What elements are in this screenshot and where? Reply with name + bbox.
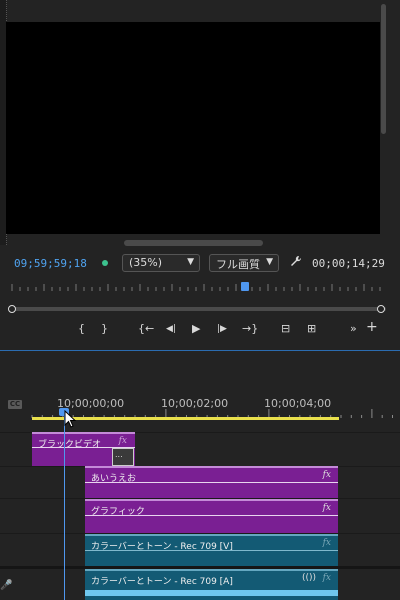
clip-bar (85, 515, 338, 516)
play-button[interactable]: ▶ (192, 322, 200, 335)
mark-in-button[interactable]: { (78, 322, 85, 335)
clip-black-video[interactable]: ブラックビデオ fx ... (32, 432, 135, 466)
work-area-bar[interactable] (32, 417, 339, 420)
clip-aiueo[interactable]: あいうえお fx (85, 466, 338, 498)
duration-timecode: 00;00;14;29 (312, 257, 385, 270)
clip-graphic[interactable]: グラフィック fx (85, 499, 338, 533)
clip-color-bars-video[interactable]: カラーバーとトーン - Rec 709 [V] fx (85, 534, 338, 566)
clip-thumbnail: ... (112, 448, 134, 466)
settings-wrench-icon[interactable] (290, 255, 302, 270)
monitor-playhead[interactable] (241, 282, 250, 291)
clip-bar (85, 482, 338, 483)
zoom-handle-left[interactable] (8, 305, 16, 313)
microphone-icon[interactable]: 🎤 (0, 580, 12, 591)
timeline-playhead-line[interactable] (64, 410, 65, 600)
fx-badge: fx (322, 470, 331, 480)
step-back-button[interactable]: ◀| (166, 324, 176, 334)
zoom-level-select[interactable]: (35%) ▼ (122, 254, 200, 272)
quality-value: フル画質 (216, 258, 260, 271)
vertical-scrollbar[interactable] (381, 4, 386, 134)
zoom-handle-right[interactable] (377, 305, 385, 313)
clip-color-bars-audio[interactable]: カラーバーとトーン - Rec 709 [A] (()) fx (85, 569, 338, 600)
step-forward-button[interactable]: |▶ (217, 324, 227, 334)
clip-bar (85, 550, 338, 551)
go-to-out-button[interactable]: →} (242, 322, 258, 335)
fx-badge: fx (322, 538, 331, 548)
mark-out-button[interactable]: } (101, 322, 108, 335)
fx-badge: fx (118, 436, 127, 446)
fx-badge: fx (322, 573, 331, 583)
zoom-track (11, 307, 386, 311)
playback-quality-select[interactable]: フル画質 ▼ (209, 254, 279, 272)
audio-waveform (85, 590, 338, 596)
mouse-cursor-icon (64, 409, 77, 432)
clip-label: カラーバーとトーン - Rec 709 [A] (91, 577, 233, 587)
chevron-down-icon: ▼ (266, 257, 273, 267)
panel-divider[interactable] (0, 350, 400, 351)
captions-button[interactable]: CC (8, 400, 22, 409)
status-dot-icon (102, 260, 108, 266)
add-button[interactable]: + (366, 319, 378, 335)
extract-button[interactable]: ⊞ (307, 322, 316, 335)
lift-button[interactable]: ⊟ (281, 322, 290, 335)
fx-badge: fx (322, 503, 331, 513)
clip-label: ブラックビデオ (38, 440, 102, 450)
audio-waveform-icon: (()) (301, 573, 316, 583)
horizontal-scrollbar[interactable] (124, 240, 263, 246)
go-to-in-button[interactable]: {← (138, 322, 154, 335)
chevron-down-icon: ▼ (187, 257, 194, 267)
monitor-zoom-scrollbar[interactable] (8, 305, 386, 313)
video-preview[interactable] (6, 22, 380, 234)
monitor-time-ruler[interactable] (6, 280, 386, 292)
more-button[interactable]: » (350, 322, 357, 335)
playhead-timecode[interactable]: 09;59;59;18 (14, 257, 87, 270)
zoom-level-value: (35%) (129, 256, 163, 269)
